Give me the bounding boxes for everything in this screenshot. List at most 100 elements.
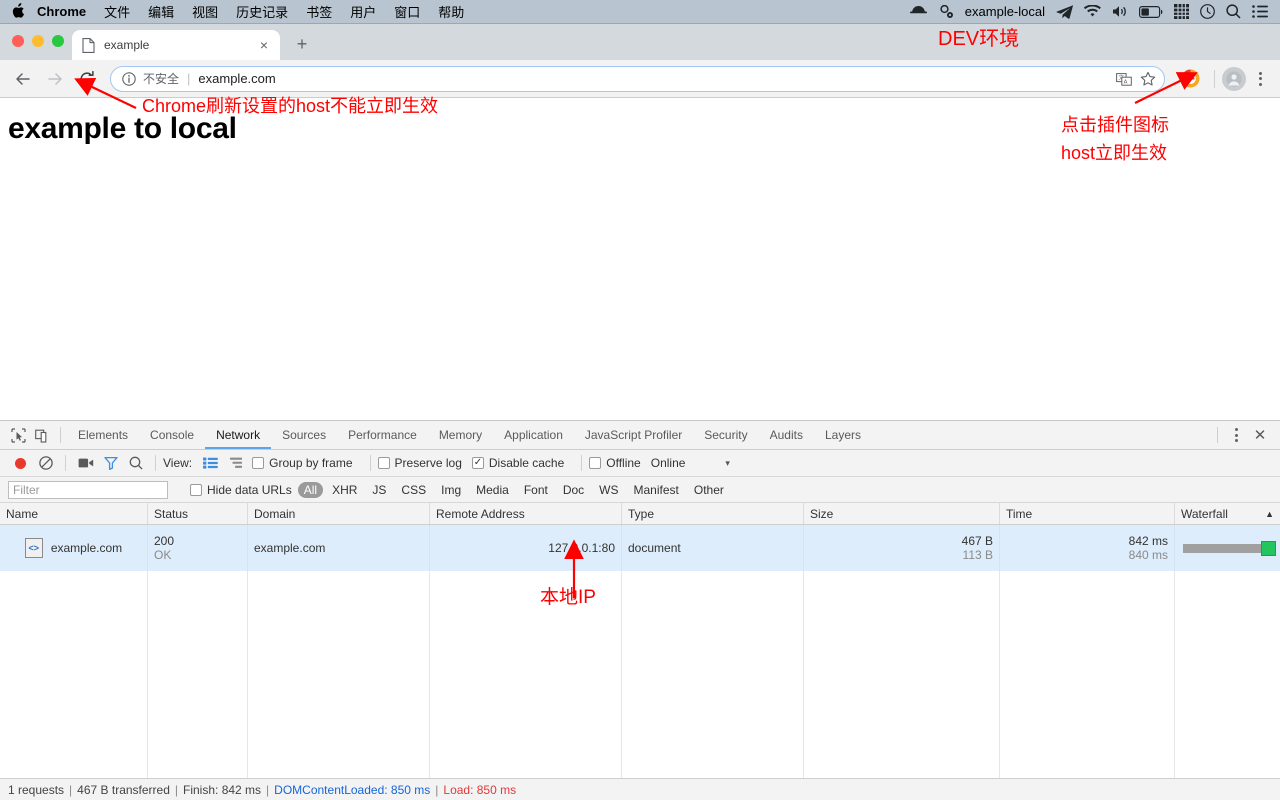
menu-item-view[interactable]: 视图 xyxy=(183,2,227,21)
battery-icon[interactable] xyxy=(1139,5,1163,18)
svg-text:A: A xyxy=(1124,79,1128,85)
forward-button[interactable] xyxy=(40,64,70,94)
filter-type-media[interactable]: Media xyxy=(470,482,515,498)
filter-input[interactable] xyxy=(8,480,168,499)
filter-type-css[interactable]: CSS xyxy=(395,482,432,498)
list-view-icon[interactable] xyxy=(198,452,223,474)
filter-type-doc[interactable]: Doc xyxy=(557,482,590,498)
group-by-frame-checkbox[interactable]: Group by frame xyxy=(252,456,353,470)
cell-name[interactable]: <> example.com xyxy=(0,525,148,571)
search-icon[interactable] xyxy=(123,452,148,474)
filter-type-other[interactable]: Other xyxy=(688,482,730,498)
menu-item-window[interactable]: 窗口 xyxy=(385,2,429,21)
menu-item-edit[interactable]: 编辑 xyxy=(139,2,183,21)
browser-tab-example[interactable]: example × xyxy=(72,30,280,60)
waterfall-view-icon[interactable] xyxy=(223,452,248,474)
tab-audits[interactable]: Audits xyxy=(759,421,814,449)
record-button[interactable] xyxy=(8,452,33,474)
apple-logo-icon[interactable] xyxy=(8,2,28,21)
translate-icon[interactable]: 文A xyxy=(1112,67,1136,91)
device-toolbar-icon[interactable] xyxy=(30,424,54,446)
star-icon[interactable] xyxy=(1136,67,1160,91)
tab-network[interactable]: Network xyxy=(205,421,271,449)
back-button[interactable] xyxy=(8,64,38,94)
disable-cache-checkbox[interactable]: Disable cache xyxy=(471,456,564,470)
spotlight-search-icon[interactable] xyxy=(1226,4,1241,19)
clear-button[interactable] xyxy=(33,452,58,474)
devtools-more-icon[interactable] xyxy=(1224,423,1248,447)
group-by-frame-box[interactable] xyxy=(252,457,265,469)
inspect-element-icon[interactable] xyxy=(6,424,30,446)
column-header-size[interactable]: Size xyxy=(804,503,1000,524)
menu-item-chrome[interactable]: Chrome xyxy=(28,4,95,19)
tab-application[interactable]: Application xyxy=(493,421,574,449)
new-tab-button[interactable]: + xyxy=(288,30,316,58)
tab-console[interactable]: Console xyxy=(139,421,205,449)
cell-remote-address: 127.0.0.1:80 xyxy=(430,525,622,571)
status-finish: Finish: 842 ms xyxy=(183,782,262,797)
filter-type-img[interactable]: Img xyxy=(435,482,467,498)
url-text[interactable]: example.com xyxy=(198,71,1112,86)
status-transferred: 467 B transferred xyxy=(77,782,170,797)
chevron-down-icon[interactable]: ▾ xyxy=(725,458,730,469)
filter-type-ws[interactable]: WS xyxy=(593,482,624,498)
three-dot-menu-icon[interactable] xyxy=(1248,67,1272,91)
menu-item-profiles[interactable]: 用户 xyxy=(341,2,385,21)
tab-javascript-profiler[interactable]: JavaScript Profiler xyxy=(574,421,693,449)
disable-cache-box[interactable] xyxy=(471,457,484,469)
user-switch-icon[interactable] xyxy=(938,4,954,19)
throttling-select[interactable]: Online xyxy=(651,456,686,470)
menu-item-help[interactable]: 帮助 xyxy=(429,2,473,21)
host-switcher-extension-icon[interactable] xyxy=(1179,68,1201,90)
filter-type-manifest[interactable]: Manifest xyxy=(628,482,685,498)
column-header-status[interactable]: Status xyxy=(148,503,248,524)
column-header-type[interactable]: Type xyxy=(622,503,804,524)
devtools-close-icon[interactable]: ✕ xyxy=(1248,424,1272,446)
menu-bar-user-label[interactable]: example-local xyxy=(965,4,1045,19)
browser-toolbar: 不安全 | example.com 文A xyxy=(0,60,1280,98)
filter-type-font[interactable]: Font xyxy=(518,482,554,498)
tab-memory[interactable]: Memory xyxy=(428,421,493,449)
menu-item-file[interactable]: 文件 xyxy=(95,2,139,21)
reload-button[interactable] xyxy=(72,64,102,94)
filter-type-js[interactable]: JS xyxy=(366,482,392,498)
wifi-icon[interactable] xyxy=(1084,5,1101,18)
tab-sources[interactable]: Sources xyxy=(271,421,337,449)
dropbox-icon[interactable] xyxy=(909,5,927,18)
menu-item-history[interactable]: 历史记录 xyxy=(227,2,297,21)
tab-performance[interactable]: Performance xyxy=(337,421,428,449)
column-header-domain[interactable]: Domain xyxy=(248,503,430,524)
input-source-icon[interactable] xyxy=(1174,4,1189,19)
column-header-time[interactable]: Time xyxy=(1000,503,1175,524)
column-header-waterfall[interactable]: Waterfall ▲ xyxy=(1175,503,1280,524)
hide-data-urls-box[interactable] xyxy=(190,483,202,496)
filter-type-xhr[interactable]: XHR xyxy=(326,482,363,498)
telegram-icon[interactable] xyxy=(1056,4,1073,19)
offline-box[interactable] xyxy=(589,457,602,469)
volume-icon[interactable] xyxy=(1112,5,1128,18)
minimize-button[interactable] xyxy=(32,35,44,47)
table-row[interactable]: <> example.com 200 OK example.com 127.0.… xyxy=(0,525,1280,571)
column-header-remote-address[interactable]: Remote Address xyxy=(430,503,622,524)
tab-close-icon[interactable]: × xyxy=(256,37,272,53)
tab-layers[interactable]: Layers xyxy=(814,421,872,449)
filter-funnel-icon[interactable] xyxy=(98,452,123,474)
status-sep-1: | xyxy=(69,782,73,797)
preserve-log-box[interactable] xyxy=(377,457,390,469)
hide-data-urls-checkbox[interactable]: Hide data URLs xyxy=(190,483,292,497)
info-circle-icon[interactable] xyxy=(121,71,137,87)
filter-type-all[interactable]: All xyxy=(297,481,324,498)
offline-checkbox[interactable]: Offline xyxy=(589,456,641,470)
control-center-icon[interactable] xyxy=(1252,5,1268,18)
address-bar[interactable]: 不安全 | example.com 文A xyxy=(110,65,1165,92)
preserve-log-checkbox[interactable]: Preserve log xyxy=(377,456,462,470)
maximize-button[interactable] xyxy=(52,35,64,47)
menu-item-bookmarks[interactable]: 书签 xyxy=(297,2,341,21)
clock-icon[interactable] xyxy=(1200,4,1215,19)
tab-elements[interactable]: Elements xyxy=(67,421,139,449)
camera-icon[interactable] xyxy=(73,452,98,474)
column-header-name[interactable]: Name xyxy=(0,503,148,524)
avatar[interactable] xyxy=(1222,66,1246,91)
close-button[interactable] xyxy=(12,35,24,47)
tab-security[interactable]: Security xyxy=(693,421,758,449)
